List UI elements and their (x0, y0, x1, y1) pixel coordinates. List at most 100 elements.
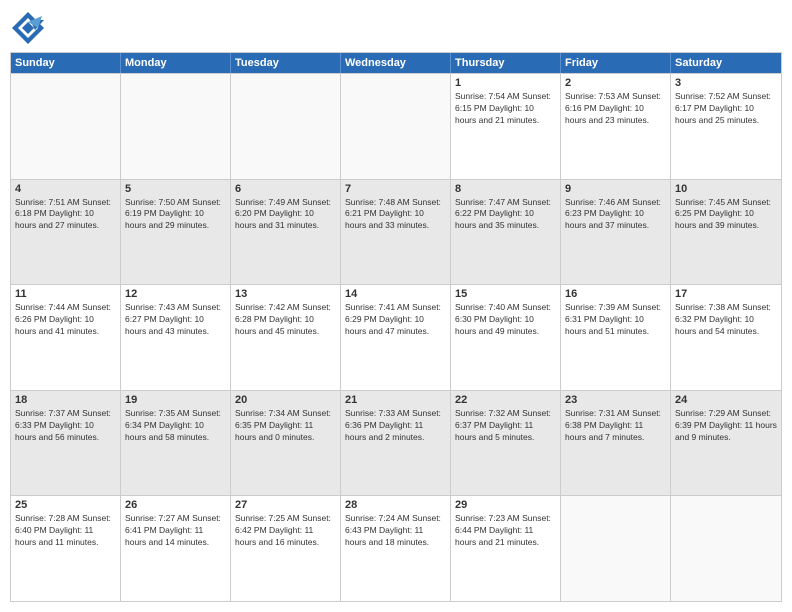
header-day-friday: Friday (561, 53, 671, 73)
day-number: 21 (345, 394, 446, 406)
calendar-row-2: 11Sunrise: 7:44 AM Sunset: 6:26 PM Dayli… (11, 284, 781, 390)
cell-info: Sunrise: 7:52 AM Sunset: 6:17 PM Dayligh… (675, 91, 777, 127)
cell-info: Sunrise: 7:54 AM Sunset: 6:15 PM Dayligh… (455, 91, 556, 127)
calendar-row-3: 18 Sunrise: 7:37 AM Sunset: 6:33 PM Dayli… (11, 390, 781, 496)
day-cell-23: 23Sunrise: 7:31 AM Sunset: 6:38 PM Dayli… (561, 391, 671, 496)
calendar-row-1: 4 Sunrise: 7:51 AM Sunset: 6:18 PM Daylig… (11, 179, 781, 285)
day-cell-21: 21 Sunrise: 7:33 AM Sunset: 6:36 PM Dayli… (341, 391, 451, 496)
calendar: SundayMondayTuesdayWednesdayThursdayFrid… (10, 52, 782, 602)
empty-cell-4-5 (561, 496, 671, 601)
cell-info: Sunrise: 7:23 AM Sunset: 6:44 PM Dayligh… (455, 513, 556, 549)
empty-cell-0-0 (11, 74, 121, 179)
cell-info: Sunrise: 7:33 AM Sunset: 6:36 PM Dayligh… (345, 408, 446, 444)
day-number: 26 (125, 499, 226, 511)
header-day-sunday: Sunday (11, 53, 121, 73)
day-cell-6: 6 Sunrise: 7:49 AM Sunset: 6:20 PM Daylig… (231, 180, 341, 285)
cell-info: Sunrise: 7:27 AM Sunset: 6:41 PM Dayligh… (125, 513, 226, 549)
day-cell-1: 1 Sunrise: 7:54 AM Sunset: 6:15 PM Daylig… (451, 74, 561, 179)
day-cell-10: 10Sunrise: 7:45 AM Sunset: 6:25 PM Dayli… (671, 180, 781, 285)
day-cell-15: 15 Sunrise: 7:40 AM Sunset: 6:30 PM Dayli… (451, 285, 561, 390)
day-cell-25: 25Sunrise: 7:28 AM Sunset: 6:40 PM Dayli… (11, 496, 121, 601)
cell-info: Sunrise: 7:24 AM Sunset: 6:43 PM Dayligh… (345, 513, 446, 549)
day-number: 10 (675, 183, 777, 195)
day-number: 17 (675, 288, 777, 300)
header-day-wednesday: Wednesday (341, 53, 451, 73)
day-number: 12 (125, 288, 226, 300)
calendar-body: 1 Sunrise: 7:54 AM Sunset: 6:15 PM Daylig… (11, 73, 781, 601)
cell-info: Sunrise: 7:29 AM Sunset: 6:39 PM Dayligh… (675, 408, 777, 444)
day-cell-11: 11Sunrise: 7:44 AM Sunset: 6:26 PM Dayli… (11, 285, 121, 390)
day-cell-20: 20 Sunrise: 7:34 AM Sunset: 6:35 PM Dayli… (231, 391, 341, 496)
empty-cell-0-1 (121, 74, 231, 179)
day-number: 3 (675, 77, 777, 89)
page: SundayMondayTuesdayWednesdayThursdayFrid… (0, 0, 792, 612)
day-number: 2 (565, 77, 666, 89)
day-number: 24 (675, 394, 777, 406)
logo (10, 10, 50, 46)
cell-info: Sunrise: 7:38 AM Sunset: 6:32 PM Dayligh… (675, 302, 777, 338)
cell-info: Sunrise: 7:44 AM Sunset: 6:26 PM Dayligh… (15, 302, 116, 338)
day-cell-5: 5 Sunrise: 7:50 AM Sunset: 6:19 PM Daylig… (121, 180, 231, 285)
day-cell-19: 19 Sunrise: 7:35 AM Sunset: 6:34 PM Dayli… (121, 391, 231, 496)
empty-cell-4-6 (671, 496, 781, 601)
cell-info: Sunrise: 7:47 AM Sunset: 6:22 PM Dayligh… (455, 197, 556, 233)
day-number: 29 (455, 499, 556, 511)
calendar-header: SundayMondayTuesdayWednesdayThursdayFrid… (11, 53, 781, 73)
cell-info: Sunrise: 7:46 AM Sunset: 6:23 PM Dayligh… (565, 197, 666, 233)
day-number: 19 (125, 394, 226, 406)
cell-info: Sunrise: 7:35 AM Sunset: 6:34 PM Dayligh… (125, 408, 226, 444)
day-number: 27 (235, 499, 336, 511)
cell-info: Sunrise: 7:51 AM Sunset: 6:18 PM Dayligh… (15, 197, 116, 233)
day-cell-29: 29 Sunrise: 7:23 AM Sunset: 6:44 PM Dayli… (451, 496, 561, 601)
day-number: 28 (345, 499, 446, 511)
day-number: 18 (15, 394, 116, 406)
day-number: 4 (15, 183, 116, 195)
cell-info: Sunrise: 7:40 AM Sunset: 6:30 PM Dayligh… (455, 302, 556, 338)
day-number: 15 (455, 288, 556, 300)
day-number: 16 (565, 288, 666, 300)
day-cell-4: 4 Sunrise: 7:51 AM Sunset: 6:18 PM Daylig… (11, 180, 121, 285)
day-cell-22: 22 Sunrise: 7:32 AM Sunset: 6:37 PM Dayli… (451, 391, 561, 496)
day-cell-12: 12 Sunrise: 7:43 AM Sunset: 6:27 PM Dayli… (121, 285, 231, 390)
cell-info: Sunrise: 7:43 AM Sunset: 6:27 PM Dayligh… (125, 302, 226, 338)
day-cell-7: 7 Sunrise: 7:48 AM Sunset: 6:21 PM Daylig… (341, 180, 451, 285)
cell-info: Sunrise: 7:50 AM Sunset: 6:19 PM Dayligh… (125, 197, 226, 233)
day-number: 14 (345, 288, 446, 300)
cell-info: Sunrise: 7:49 AM Sunset: 6:20 PM Dayligh… (235, 197, 336, 233)
cell-info: Sunrise: 7:37 AM Sunset: 6:33 PM Dayligh… (15, 408, 116, 444)
day-cell-27: 27 Sunrise: 7:25 AM Sunset: 6:42 PM Dayli… (231, 496, 341, 601)
cell-info: Sunrise: 7:31 AM Sunset: 6:38 PM Dayligh… (565, 408, 666, 444)
day-number: 20 (235, 394, 336, 406)
day-cell-26: 26 Sunrise: 7:27 AM Sunset: 6:41 PM Dayli… (121, 496, 231, 601)
logo-icon (10, 10, 46, 46)
cell-info: Sunrise: 7:32 AM Sunset: 6:37 PM Dayligh… (455, 408, 556, 444)
empty-cell-0-3 (341, 74, 451, 179)
day-number: 7 (345, 183, 446, 195)
cell-info: Sunrise: 7:25 AM Sunset: 6:42 PM Dayligh… (235, 513, 336, 549)
cell-info: Sunrise: 7:34 AM Sunset: 6:35 PM Dayligh… (235, 408, 336, 444)
day-number: 8 (455, 183, 556, 195)
day-cell-13: 13 Sunrise: 7:42 AM Sunset: 6:28 PM Dayli… (231, 285, 341, 390)
day-cell-14: 14Sunrise: 7:41 AM Sunset: 6:29 PM Dayli… (341, 285, 451, 390)
cell-info: Sunrise: 7:53 AM Sunset: 6:16 PM Dayligh… (565, 91, 666, 127)
day-cell-28: 28 Sunrise: 7:24 AM Sunset: 6:43 PM Dayli… (341, 496, 451, 601)
day-number: 9 (565, 183, 666, 195)
header-day-thursday: Thursday (451, 53, 561, 73)
day-cell-18: 18 Sunrise: 7:37 AM Sunset: 6:33 PM Dayli… (11, 391, 121, 496)
cell-info: Sunrise: 7:28 AM Sunset: 6:40 PM Dayligh… (15, 513, 116, 549)
header-day-saturday: Saturday (671, 53, 781, 73)
day-number: 13 (235, 288, 336, 300)
day-cell-24: 24 Sunrise: 7:29 AM Sunset: 6:39 PM Dayli… (671, 391, 781, 496)
header (10, 10, 782, 46)
calendar-row-4: 25Sunrise: 7:28 AM Sunset: 6:40 PM Dayli… (11, 495, 781, 601)
day-number: 6 (235, 183, 336, 195)
cell-info: Sunrise: 7:48 AM Sunset: 6:21 PM Dayligh… (345, 197, 446, 233)
cell-info: Sunrise: 7:42 AM Sunset: 6:28 PM Dayligh… (235, 302, 336, 338)
empty-cell-0-2 (231, 74, 341, 179)
calendar-row-0: 1 Sunrise: 7:54 AM Sunset: 6:15 PM Daylig… (11, 73, 781, 179)
day-number: 5 (125, 183, 226, 195)
day-cell-8: 8 Sunrise: 7:47 AM Sunset: 6:22 PM Daylig… (451, 180, 561, 285)
cell-info: Sunrise: 7:39 AM Sunset: 6:31 PM Dayligh… (565, 302, 666, 338)
day-number: 1 (455, 77, 556, 89)
day-number: 22 (455, 394, 556, 406)
